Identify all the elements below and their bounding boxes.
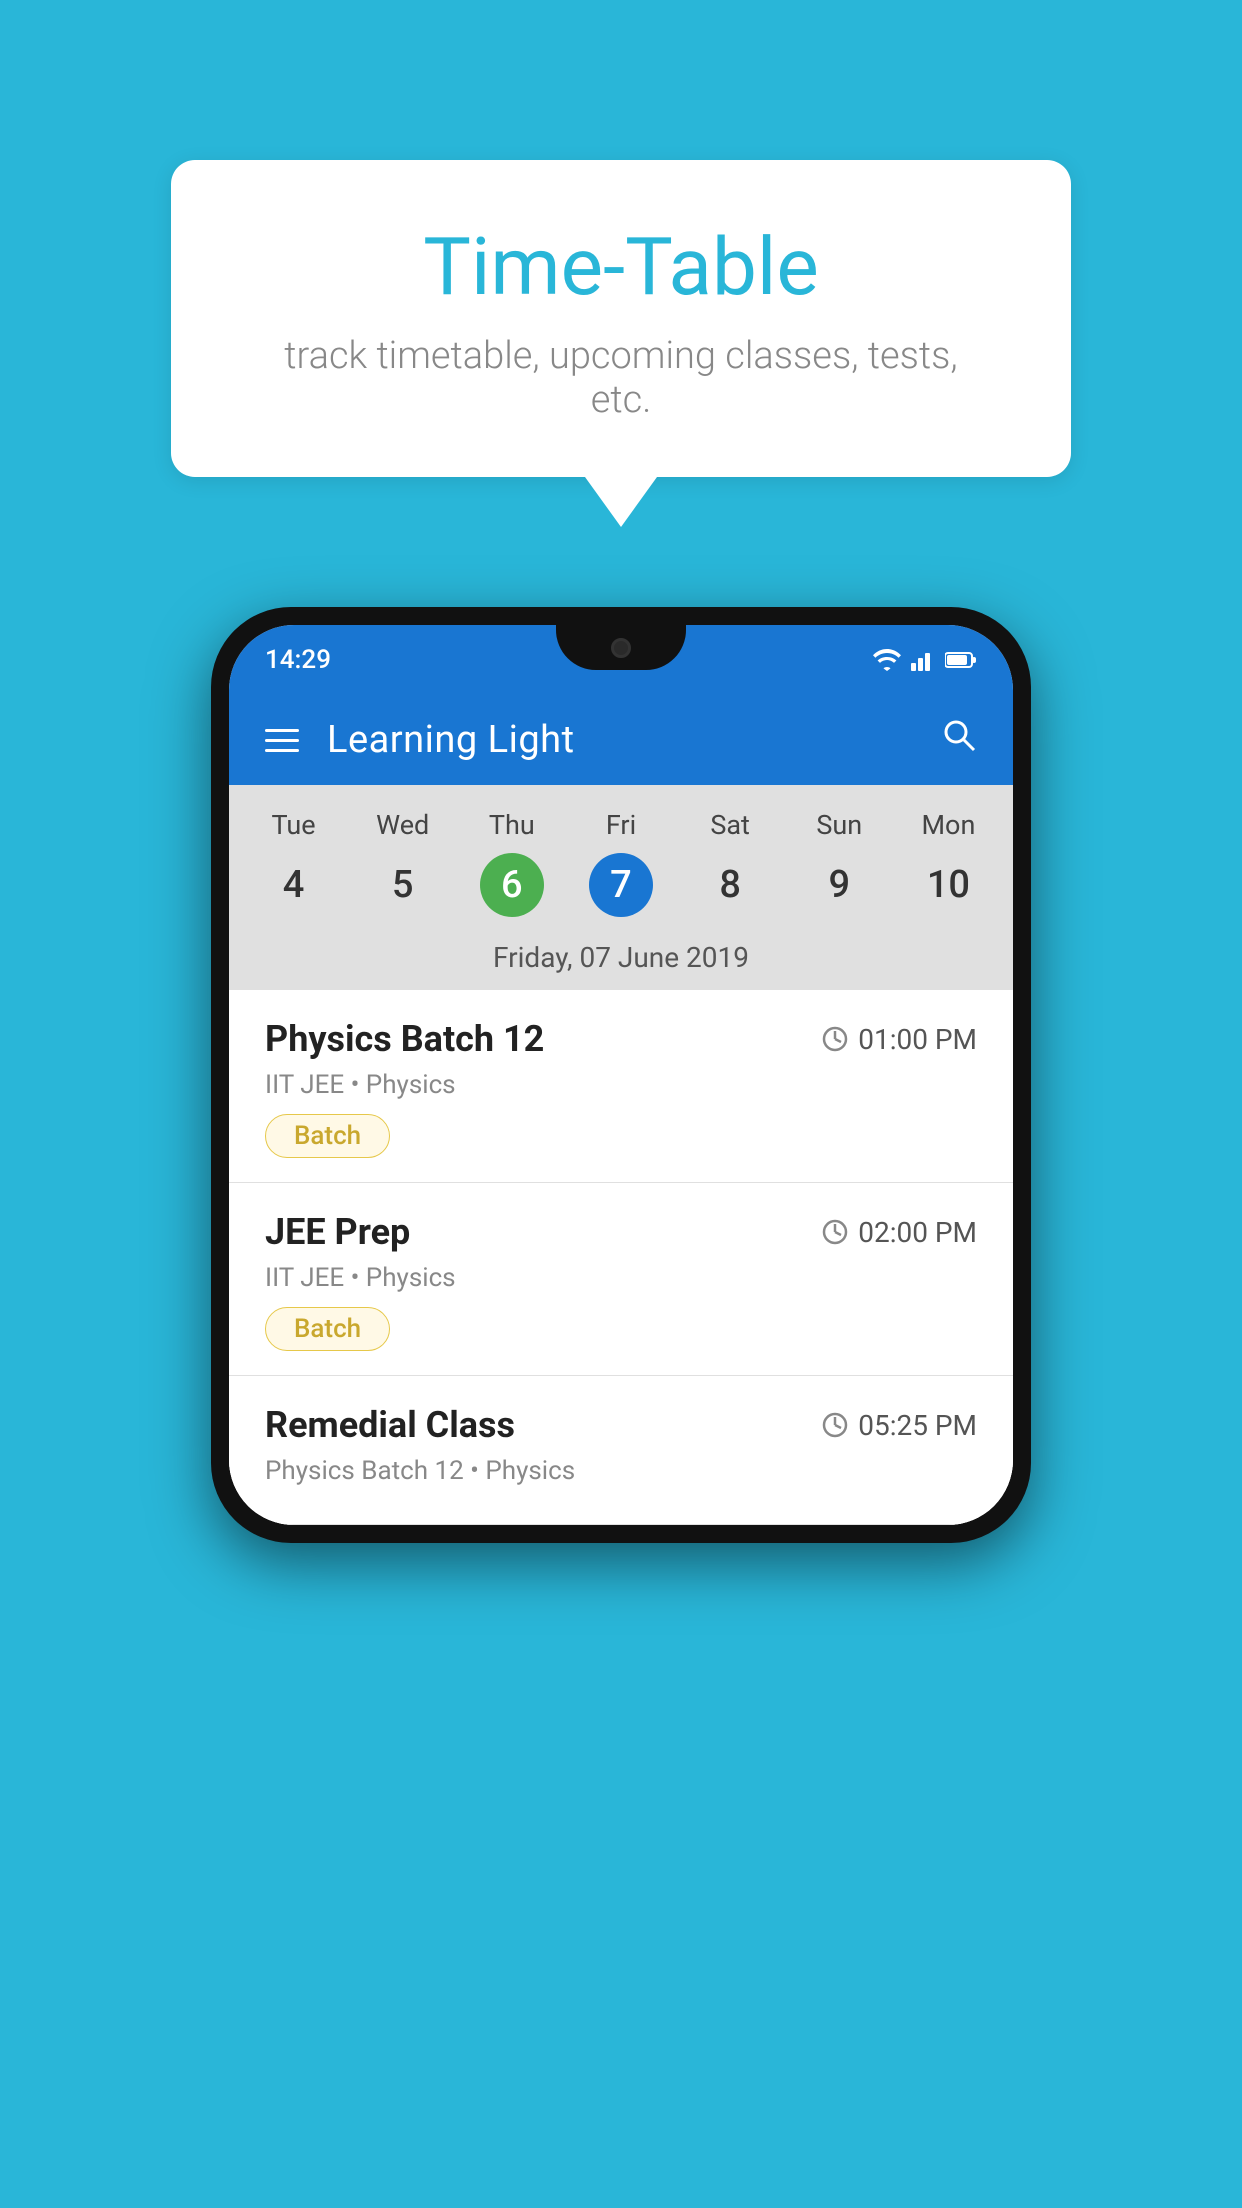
day-6-today[interactable]: 6	[480, 853, 544, 917]
day-name-tue: Tue	[239, 803, 348, 847]
phone-camera	[611, 638, 631, 658]
schedule-subtitle-1: IIT JEE • Physics	[265, 1070, 977, 1100]
status-icons	[873, 649, 977, 671]
schedule-item-2[interactable]: JEE Prep 02:00 PM IIT JEE • Physics Batc…	[229, 1183, 1013, 1376]
speech-bubble-subtitle: track timetable, upcoming classes, tests…	[251, 334, 991, 422]
schedule-list: Physics Batch 12 01:00 PM IIT JEE • Phys…	[229, 990, 1013, 1525]
speech-bubble-section: Time-Table track timetable, upcoming cla…	[171, 160, 1071, 527]
speech-bubble-title: Time-Table	[251, 220, 991, 314]
day-5[interactable]: 5	[348, 853, 457, 917]
selected-date-label: Friday, 07 June 2019	[229, 931, 1013, 990]
phone-outer: 14:29	[211, 607, 1031, 1543]
app-bar: Learning Light	[229, 695, 1013, 785]
day-numbers-row: 4 5 6 7 8 9 10	[229, 847, 1013, 931]
schedule-item-2-header: JEE Prep 02:00 PM	[265, 1211, 977, 1253]
day-name-fri: Fri	[566, 803, 675, 847]
clock-icon-1	[822, 1026, 848, 1052]
speech-bubble-card: Time-Table track timetable, upcoming cla…	[171, 160, 1071, 477]
day-name-mon: Mon	[894, 803, 1003, 847]
schedule-item-3-header: Remedial Class 05:25 PM	[265, 1404, 977, 1446]
schedule-item-1-header: Physics Batch 12 01:00 PM	[265, 1018, 977, 1060]
day-name-wed: Wed	[348, 803, 457, 847]
wifi-icon	[873, 649, 901, 671]
clock-icon-2	[822, 1219, 848, 1245]
menu-icon[interactable]	[265, 729, 299, 752]
day-name-sun: Sun	[785, 803, 894, 847]
batch-tag-2: Batch	[265, 1307, 390, 1351]
search-icon[interactable]	[941, 717, 977, 763]
schedule-item-3[interactable]: Remedial Class 05:25 PM Physics Batch 12…	[229, 1376, 1013, 1525]
status-bar: 14:29	[229, 625, 1013, 695]
schedule-title-1: Physics Batch 12	[265, 1018, 544, 1060]
day-8[interactable]: 8	[676, 853, 785, 917]
schedule-time-3: 05:25 PM	[822, 1409, 977, 1442]
day-name-thu: Thu	[457, 803, 566, 847]
day-7-selected[interactable]: 7	[589, 853, 653, 917]
schedule-time-1: 01:00 PM	[822, 1023, 977, 1056]
schedule-subtitle-2: IIT JEE • Physics	[265, 1263, 977, 1293]
day-10[interactable]: 10	[894, 853, 1003, 917]
clock-icon-3	[822, 1412, 848, 1438]
schedule-time-2: 02:00 PM	[822, 1216, 977, 1249]
schedule-title-3: Remedial Class	[265, 1404, 515, 1446]
speech-bubble-pointer	[585, 477, 657, 527]
status-time: 14:29	[265, 645, 331, 675]
schedule-item-1[interactable]: Physics Batch 12 01:00 PM IIT JEE • Phys…	[229, 990, 1013, 1183]
calendar-header: Tue Wed Thu Fri Sat Sun Mon 4 5 6 7 8 9 …	[229, 785, 1013, 990]
day-names-row: Tue Wed Thu Fri Sat Sun Mon	[229, 803, 1013, 847]
battery-icon	[945, 651, 977, 669]
app-title: Learning Light	[327, 718, 913, 762]
schedule-title-2: JEE Prep	[265, 1211, 410, 1253]
day-name-sat: Sat	[676, 803, 785, 847]
schedule-subtitle-3: Physics Batch 12 • Physics	[265, 1456, 977, 1486]
batch-tag-1: Batch	[265, 1114, 390, 1158]
day-9[interactable]: 9	[785, 853, 894, 917]
day-4[interactable]: 4	[239, 853, 348, 917]
phone-notch	[556, 625, 686, 670]
signal-icon	[911, 649, 935, 671]
phone-mockup: 14:29	[211, 607, 1031, 1543]
phone-screen: 14:29	[229, 625, 1013, 1525]
